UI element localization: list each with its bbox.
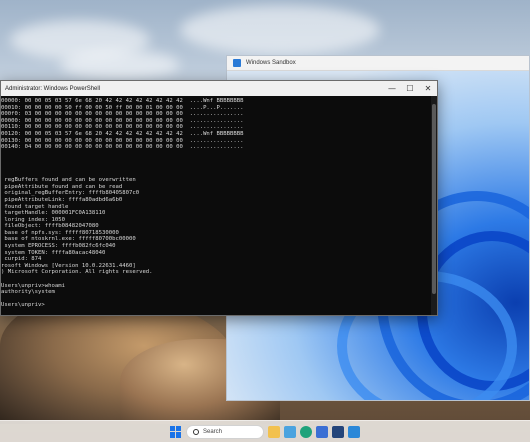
start-button[interactable] <box>170 425 182 438</box>
console-line: 00110: 00 00 00 00 00 00 00 00 00 00 00 … <box>1 124 244 131</box>
edge-browser-icon[interactable] <box>300 425 312 438</box>
file-explorer-icon[interactable] <box>268 425 280 438</box>
console-line: base of npfs.sys: fffff80718530000 <box>1 229 119 236</box>
console-line: 00000: 00 00 00 00 00 00 00 00 00 00 00 … <box>1 117 244 124</box>
maximize-icon[interactable]: ☐ <box>401 81 419 96</box>
search-icon <box>193 428 199 435</box>
console-line: 00130: 00 00 00 00 00 00 00 00 00 00 00 … <box>1 137 244 144</box>
console-line: found target handle <box>1 203 69 210</box>
console-line: Users\unpriv> <box>1 302 45 309</box>
console-line: original_regBufferEntry: ffffb80405807c0 <box>1 190 140 197</box>
console-line: rosoft Windows [Version 10.0.22631.4460] <box>1 262 136 269</box>
console-line: Users\unpriv>whoami <box>1 282 65 289</box>
scrollbar-thumb[interactable] <box>432 104 436 294</box>
console-line: 00010: 00 00 00 00 50 ff 00 00 50 ff 00 … <box>1 104 244 111</box>
console-line: 00000: 00 00 05 03 57 6e 68 20 42 42 42 … <box>1 98 244 104</box>
console-line: authority\system <box>1 289 55 296</box>
console-line: base of ntoskrnl.exe: fffff80700bc00000 <box>1 236 136 243</box>
console-line: ) Microsoft Corporation. All rights rese… <box>1 269 153 276</box>
sandbox-app-icon <box>233 59 241 67</box>
console-line: regBuffers found and can be overwritten <box>1 177 136 184</box>
search-label: Search <box>203 428 223 435</box>
powershell-window[interactable]: Administrator: Windows PowerShell — ☐ ✕ … <box>0 80 438 316</box>
console-line: pipeAttribute found and can be read <box>1 183 123 190</box>
console-line: loring index: 1050 <box>1 216 65 223</box>
console-line: fileObject: ffffb08482047080 <box>1 223 99 230</box>
powershell-titlebar[interactable]: Administrator: Windows PowerShell — ☐ ✕ <box>1 81 437 96</box>
console-line: system EPROCESS: ffffb082fc6fc040 <box>1 243 116 250</box>
console-output[interactable]: 00000: 00 00 05 03 57 6e 68 20 42 42 42 … <box>1 96 437 309</box>
taskbar-search[interactable]: Search <box>186 424 264 439</box>
console-line: curpid: 874 <box>1 256 42 263</box>
console-line: system TOKEN: ffffa80acac48040 <box>1 249 106 256</box>
console-line: 00120: 00 00 05 03 57 6e 68 20 42 42 42 … <box>1 130 244 137</box>
powershell-taskbar-icon[interactable] <box>332 425 344 438</box>
sandbox-title: Windows Sandbox <box>246 60 296 66</box>
widgets-icon[interactable] <box>284 425 296 438</box>
sandbox-titlebar[interactable]: Windows Sandbox <box>227 56 529 71</box>
console-scrollbar[interactable] <box>431 96 437 315</box>
minimize-icon[interactable]: — <box>383 81 401 96</box>
console-line: 00140: 04 00 00 00 00 00 00 00 00 00 00 … <box>1 144 244 151</box>
console-line: 000f0: 03 00 00 00 00 00 00 00 00 00 00 … <box>1 111 244 118</box>
powershell-title: Administrator: Windows PowerShell <box>5 85 101 92</box>
store-icon[interactable] <box>316 425 328 438</box>
console-line: pipeAttributeLink: ffffa80adbd6a6b0 <box>1 196 123 203</box>
taskbar: Search <box>0 420 530 442</box>
console-line: targetHandle: 000001FC0A138110 <box>1 210 106 217</box>
close-icon[interactable]: ✕ <box>419 81 437 96</box>
sandbox-taskbar-icon[interactable] <box>348 425 360 438</box>
